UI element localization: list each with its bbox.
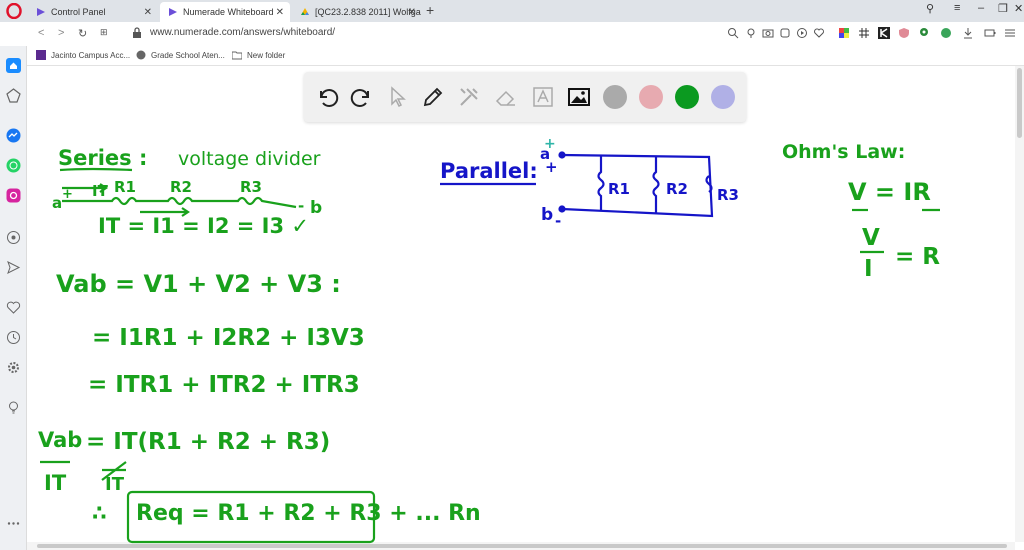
- bookmark-label: Grade School Aten...: [151, 50, 225, 60]
- tools-icon[interactable]: [457, 85, 481, 109]
- instagram-icon[interactable]: [6, 188, 21, 203]
- menu-icon[interactable]: ≡: [954, 2, 960, 14]
- new-tab-icon[interactable]: +: [426, 2, 434, 18]
- close-tab-icon[interactable]: ✕: [144, 7, 152, 18]
- opera-sidebar: [0, 46, 27, 550]
- tab-title: Control Panel: [51, 7, 106, 17]
- whiteboard-toolbar: [304, 72, 746, 122]
- home-icon[interactable]: [6, 58, 21, 73]
- numerade-favicon-icon: [37, 8, 45, 16]
- shield-extension-icon[interactable]: [898, 27, 910, 39]
- download-icon[interactable]: [962, 27, 974, 39]
- tab-control-panel[interactable]: Control Panel ✕: [28, 2, 158, 22]
- bookmark-label: New folder: [247, 50, 286, 60]
- scroll-thumb[interactable]: [37, 544, 1007, 548]
- tab-numerade-whiteboard[interactable]: Numerade Whiteboard ✕: [160, 2, 290, 22]
- image-tool-icon[interactable]: [567, 85, 591, 109]
- vertical-scrollbar[interactable]: [1015, 66, 1024, 542]
- whiteboard-canvas[interactable]: [27, 66, 1015, 542]
- bookmark-favicon-icon: [136, 50, 146, 60]
- close-tab-icon[interactable]: ✕: [408, 7, 416, 18]
- k-extension-icon[interactable]: [878, 27, 890, 39]
- location-extension-icon[interactable]: [918, 27, 930, 39]
- messenger-icon[interactable]: [6, 128, 21, 143]
- close-tab-icon[interactable]: ✕: [276, 7, 284, 18]
- tab-title: [QC23.2.838 2011] Wolfga: [315, 7, 421, 17]
- settings-gear-icon[interactable]: [6, 360, 21, 375]
- grid-extension-icon[interactable]: [858, 27, 870, 39]
- vpn-icon[interactable]: [779, 27, 791, 39]
- minimize-icon[interactable]: –: [978, 2, 984, 14]
- pin-icon[interactable]: [745, 27, 757, 39]
- select-pointer-icon[interactable]: [386, 85, 410, 109]
- bookmark-new-folder[interactable]: New folder: [232, 50, 285, 60]
- lock-icon[interactable]: [132, 27, 142, 39]
- player-icon[interactable]: [6, 230, 21, 245]
- numerade-favicon-icon: [169, 8, 177, 16]
- easy-setup-icon[interactable]: [1004, 27, 1016, 39]
- search-icon[interactable]: [727, 27, 739, 39]
- back-icon[interactable]: <: [38, 27, 44, 39]
- bookmark-label: Jacinto Campus Acc...: [51, 50, 131, 60]
- bookmarks-heart-icon[interactable]: [6, 300, 21, 315]
- color-swatch-green[interactable]: [675, 85, 699, 109]
- history-icon[interactable]: [6, 330, 21, 345]
- color-swatch-gray[interactable]: [603, 85, 627, 109]
- bookmark-grade-school[interactable]: Grade School Aten...: [136, 50, 225, 60]
- whatsapp-icon[interactable]: [6, 158, 21, 173]
- bookmark-jacinto[interactable]: Jacinto Campus Acc...: [36, 50, 130, 60]
- bookmark-favicon-icon: [36, 50, 46, 60]
- opera-logo-icon[interactable]: [6, 3, 22, 19]
- eraser-icon[interactable]: [494, 85, 518, 109]
- bookmarks-bar: Jacinto Campus Acc... Grade School Aten.…: [0, 46, 1024, 66]
- tab-title: Numerade Whiteboard: [183, 7, 274, 17]
- heart-icon[interactable]: [813, 27, 825, 39]
- forward-icon[interactable]: >: [58, 27, 64, 39]
- url-field[interactable]: www.numerade.com/answers/whiteboard/: [150, 27, 335, 38]
- play-icon[interactable]: [796, 27, 808, 39]
- redo-icon[interactable]: [350, 85, 374, 109]
- text-tool-icon[interactable]: [531, 85, 555, 109]
- camera-icon[interactable]: [762, 27, 774, 39]
- reload-icon[interactable]: ↻: [78, 27, 87, 40]
- address-bar: < > ↻ ⊞ www.numerade.com/answers/whitebo…: [0, 22, 1024, 46]
- send-icon[interactable]: [6, 260, 21, 275]
- horizontal-scrollbar[interactable]: [27, 542, 1015, 550]
- pen-icon[interactable]: [421, 85, 445, 109]
- color-swatch-lavender[interactable]: [711, 85, 735, 109]
- close-window-icon[interactable]: ✕: [1014, 2, 1023, 15]
- maximize-icon[interactable]: ❐: [998, 2, 1008, 15]
- battery-icon[interactable]: [984, 27, 996, 39]
- undo-icon[interactable]: [315, 85, 339, 109]
- more-icon[interactable]: [6, 516, 21, 531]
- search-tabs-icon[interactable]: ⚲: [926, 2, 934, 15]
- folder-icon: [232, 51, 242, 60]
- lightbulb-icon[interactable]: [6, 400, 21, 415]
- google-drive-icon: [301, 8, 309, 15]
- extension-colorful-icon[interactable]: [838, 27, 850, 39]
- color-swatch-pink[interactable]: [639, 85, 663, 109]
- speed-dial-icon[interactable]: [6, 88, 21, 103]
- scroll-thumb[interactable]: [1017, 68, 1022, 138]
- tab-qc-document[interactable]: [QC23.2.838 2011] Wolfga ✕: [292, 2, 422, 22]
- green-extension-icon[interactable]: [940, 27, 952, 39]
- tab-bar: Control Panel ✕ Numerade Whiteboard ✕ [Q…: [0, 0, 1024, 22]
- tabs-grid-icon[interactable]: ⊞: [100, 27, 108, 38]
